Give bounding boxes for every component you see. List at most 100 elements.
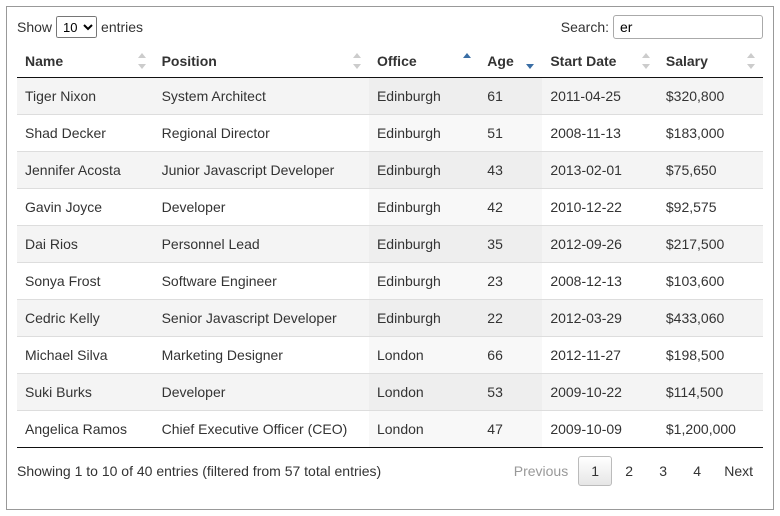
cell-position: Marketing Designer — [154, 337, 369, 374]
cell-start_date: 2011-04-25 — [542, 78, 658, 115]
cell-position: Junior Javascript Developer — [154, 152, 369, 189]
cell-start_date: 2008-11-13 — [542, 115, 658, 152]
search-label: Search: — [561, 19, 609, 35]
sort-asc-icon — [463, 53, 473, 69]
cell-age: 23 — [479, 263, 542, 300]
page-number[interactable]: 1 — [578, 456, 612, 486]
table-row[interactable]: Angelica RamosChief Executive Officer (C… — [17, 411, 763, 448]
page-number[interactable]: 2 — [612, 456, 646, 486]
cell-start_date: 2009-10-22 — [542, 374, 658, 411]
cell-position: Regional Director — [154, 115, 369, 152]
cell-name: Cedric Kelly — [17, 300, 154, 337]
cell-start_date: 2012-11-27 — [542, 337, 658, 374]
table-topbar: Show 10 entries Search: — [17, 15, 763, 39]
col-header-label: Age — [487, 53, 513, 69]
cell-name: Angelica Ramos — [17, 411, 154, 448]
cell-salary: $320,800 — [658, 78, 763, 115]
table-row[interactable]: Suki BurksDeveloperLondon532009-10-22$11… — [17, 374, 763, 411]
cell-name: Sonya Frost — [17, 263, 154, 300]
cell-start_date: 2009-10-09 — [542, 411, 658, 448]
cell-name: Jennifer Acosta — [17, 152, 154, 189]
table-row[interactable]: Sonya FrostSoftware EngineerEdinburgh232… — [17, 263, 763, 300]
length-select[interactable]: 10 — [56, 16, 97, 38]
page-previous[interactable]: Previous — [504, 456, 578, 486]
cell-position: Chief Executive Officer (CEO) — [154, 411, 369, 448]
cell-salary: $1,200,000 — [658, 411, 763, 448]
cell-position: System Architect — [154, 78, 369, 115]
cell-office: Edinburgh — [369, 115, 479, 152]
cell-start_date: 2012-03-29 — [542, 300, 658, 337]
cell-age: 43 — [479, 152, 542, 189]
page-number[interactable]: 3 — [646, 456, 680, 486]
cell-age: 53 — [479, 374, 542, 411]
cell-age: 61 — [479, 78, 542, 115]
col-header-position[interactable]: Position — [154, 45, 369, 78]
cell-start_date: 2010-12-22 — [542, 189, 658, 226]
length-label-pre: Show — [17, 19, 52, 35]
cell-salary: $433,060 — [658, 300, 763, 337]
cell-age: 35 — [479, 226, 542, 263]
col-header-label: Name — [25, 53, 63, 69]
sort-icon — [138, 53, 148, 69]
cell-age: 47 — [479, 411, 542, 448]
sort-desc-icon — [526, 53, 536, 69]
cell-name: Dai Rios — [17, 226, 154, 263]
col-header-office[interactable]: Office — [369, 45, 479, 78]
cell-office: Edinburgh — [369, 300, 479, 337]
table-row[interactable]: Tiger NixonSystem ArchitectEdinburgh6120… — [17, 78, 763, 115]
datatable-container: Show 10 entries Search: Name — [6, 6, 774, 510]
table-row[interactable]: Michael SilvaMarketing DesignerLondon662… — [17, 337, 763, 374]
cell-salary: $217,500 — [658, 226, 763, 263]
cell-name: Suki Burks — [17, 374, 154, 411]
cell-salary: $75,650 — [658, 152, 763, 189]
cell-position: Senior Javascript Developer — [154, 300, 369, 337]
cell-start_date: 2008-12-13 — [542, 263, 658, 300]
cell-salary: $114,500 — [658, 374, 763, 411]
cell-office: Edinburgh — [369, 78, 479, 115]
col-header-label: Office — [377, 53, 417, 69]
table-row[interactable]: Dai RiosPersonnel LeadEdinburgh352012-09… — [17, 226, 763, 263]
sort-icon — [747, 53, 757, 69]
search-control: Search: — [561, 15, 763, 39]
cell-age: 51 — [479, 115, 542, 152]
col-header-salary[interactable]: Salary — [658, 45, 763, 78]
page-next[interactable]: Next — [714, 456, 763, 486]
table-row[interactable]: Jennifer AcostaJunior Javascript Develop… — [17, 152, 763, 189]
cell-name: Michael Silva — [17, 337, 154, 374]
col-header-name[interactable]: Name — [17, 45, 154, 78]
length-control: Show 10 entries — [17, 16, 143, 38]
data-table: Name Position Office — [17, 45, 763, 448]
cell-position: Developer — [154, 189, 369, 226]
table-row[interactable]: Shad DeckerRegional DirectorEdinburgh512… — [17, 115, 763, 152]
table-header-row: Name Position Office — [17, 45, 763, 78]
cell-start_date: 2013-02-01 — [542, 152, 658, 189]
cell-office: Edinburgh — [369, 152, 479, 189]
cell-start_date: 2012-09-26 — [542, 226, 658, 263]
page-number[interactable]: 4 — [680, 456, 714, 486]
cell-salary: $103,600 — [658, 263, 763, 300]
table-info: Showing 1 to 10 of 40 entries (filtered … — [17, 463, 381, 479]
search-input[interactable] — [613, 15, 763, 39]
cell-name: Shad Decker — [17, 115, 154, 152]
length-label-post: entries — [101, 19, 143, 35]
table-row[interactable]: Cedric KellySenior Javascript DeveloperE… — [17, 300, 763, 337]
cell-salary: $183,000 — [658, 115, 763, 152]
cell-office: Edinburgh — [369, 263, 479, 300]
pagination: Previous 1234 Next — [504, 456, 763, 486]
col-header-label: Salary — [666, 53, 708, 69]
sort-icon — [642, 53, 652, 69]
cell-office: Edinburgh — [369, 226, 479, 263]
col-header-age[interactable]: Age — [479, 45, 542, 78]
table-bottombar: Showing 1 to 10 of 40 entries (filtered … — [17, 456, 763, 486]
table-row[interactable]: Gavin JoyceDeveloperEdinburgh422010-12-2… — [17, 189, 763, 226]
cell-name: Tiger Nixon — [17, 78, 154, 115]
col-header-start-date[interactable]: Start Date — [542, 45, 658, 78]
sort-icon — [353, 53, 363, 69]
cell-office: London — [369, 337, 479, 374]
cell-office: Edinburgh — [369, 189, 479, 226]
cell-name: Gavin Joyce — [17, 189, 154, 226]
col-header-label: Start Date — [550, 53, 616, 69]
cell-office: London — [369, 374, 479, 411]
cell-position: Software Engineer — [154, 263, 369, 300]
cell-age: 42 — [479, 189, 542, 226]
